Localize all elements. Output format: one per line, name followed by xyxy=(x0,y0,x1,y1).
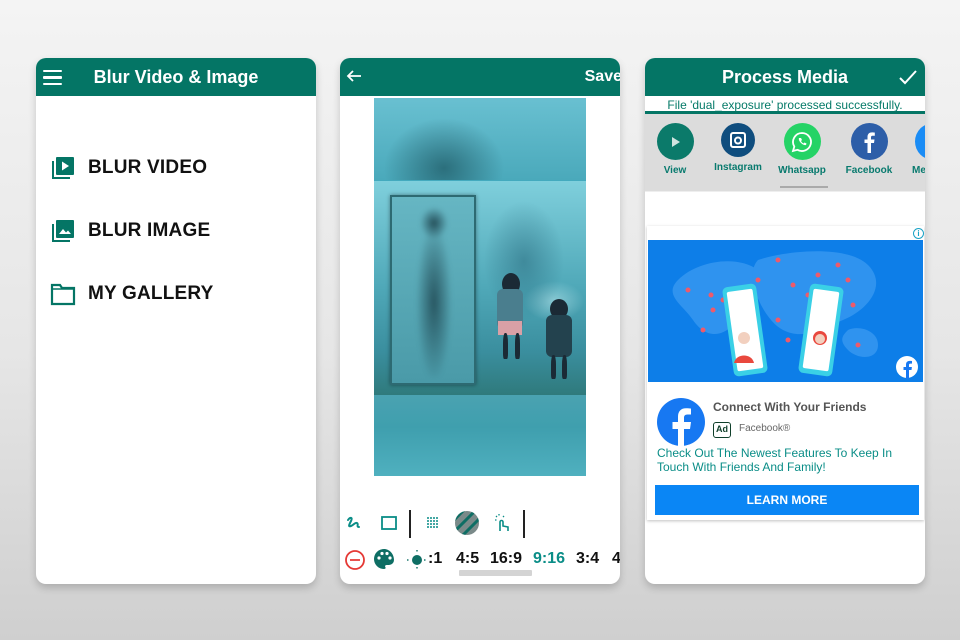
status-message: File 'dual_exposure' processed successfu… xyxy=(645,96,925,114)
pattern-icon[interactable] xyxy=(454,510,480,536)
ad-badge: Ad xyxy=(713,422,731,438)
main-menu: BLUR VIDEO BLUR IMAGE MY GALLERY xyxy=(50,154,214,343)
share-label: View xyxy=(663,165,687,176)
ad-title: Connect With Your Friends xyxy=(713,400,867,414)
app-bar: Save xyxy=(340,58,620,96)
ratio-option[interactable]: 4:5 xyxy=(456,550,479,568)
facebook-logo-icon xyxy=(657,398,705,446)
app-title: Blur Video & Image xyxy=(93,67,259,87)
ad-card[interactable]: i Connect With Your Friends Ad Facebook®… xyxy=(647,226,924,520)
app-bar: Blur Video & Image xyxy=(36,58,316,96)
ratio-option[interactable]: 4 xyxy=(612,550,620,568)
rectangle-icon[interactable] xyxy=(378,512,400,534)
learn-more-button[interactable]: LEARN MORE xyxy=(655,485,919,515)
menu-item-label: MY GALLERY xyxy=(88,283,214,304)
ratio-option[interactable]: 3:4 xyxy=(576,550,599,568)
screen-title: Process Media xyxy=(721,67,849,87)
video-library-icon xyxy=(52,157,74,179)
ratio-option-selected[interactable]: 9:16 xyxy=(533,550,565,568)
brightness-icon[interactable] xyxy=(406,549,428,571)
menu-item-my-gallery[interactable]: MY GALLERY xyxy=(50,280,214,308)
arrow-left-icon[interactable] xyxy=(345,67,363,85)
share-label: Instagram xyxy=(714,162,762,173)
ratio-option[interactable]: 16:9 xyxy=(490,550,522,568)
process-media-screen: Process Media File 'dual_exposure' proce… xyxy=(645,58,925,584)
menu-item-blur-video[interactable]: BLUR VIDEO xyxy=(50,154,214,182)
share-label: Whatsapp xyxy=(778,165,826,176)
ad-image[interactable] xyxy=(648,240,923,382)
menu-item-blur-image[interactable]: BLUR IMAGE xyxy=(50,217,214,245)
info-icon[interactable]: i xyxy=(913,228,924,239)
ratio-option[interactable]: :1 xyxy=(428,550,442,568)
image-canvas[interactable] xyxy=(374,98,586,476)
share-instagram[interactable]: Instagram xyxy=(708,123,768,173)
home-screen: Blur Video & Image BLUR VIDEO BLUR IMAGE xyxy=(36,58,316,584)
editor-screen: Save:1 4:5 16:9 9:16 3:4 4 xyxy=(340,58,620,584)
tool-bar xyxy=(340,508,620,538)
app-bar: Process Media xyxy=(645,58,925,96)
save-button[interactable]: Save xyxy=(585,58,620,96)
share-label: Me xyxy=(912,165,925,176)
touch-icon[interactable] xyxy=(491,511,513,533)
freehand-icon[interactable] xyxy=(343,512,365,534)
mosaic-icon[interactable] xyxy=(422,512,444,534)
blurred-padding-bottom xyxy=(374,395,586,476)
aspect-ratio-bar: :1 4:5 16:9 9:16 3:4 4 xyxy=(340,548,620,572)
share-view[interactable]: View xyxy=(645,123,705,176)
world-map-illustration xyxy=(672,251,918,379)
share-whatsapp[interactable]: Whatsapp xyxy=(772,123,832,176)
menu-item-label: BLUR IMAGE xyxy=(88,220,211,241)
facebook-icon xyxy=(850,123,888,160)
blur-selection-box[interactable] xyxy=(390,195,476,385)
ad-body: Check Out The Newest Features To Keep In… xyxy=(657,446,893,474)
messenger-icon xyxy=(914,123,925,160)
share-facebook[interactable]: Facebook xyxy=(839,123,899,176)
toolbar-divider xyxy=(409,510,411,538)
check-icon[interactable] xyxy=(897,66,919,88)
share-scroll-indicator xyxy=(780,186,828,188)
palette-icon[interactable] xyxy=(373,548,395,570)
menu-item-label: BLUR VIDEO xyxy=(88,157,208,178)
horizontal-scrollbar[interactable] xyxy=(459,570,532,576)
whatsapp-icon xyxy=(783,123,821,160)
photo-library-icon xyxy=(52,220,74,242)
instagram-icon xyxy=(721,123,755,157)
remove-icon[interactable] xyxy=(344,549,366,571)
share-bar: View Instagram Whatsapp Facebook Me xyxy=(645,114,925,191)
toolbar-divider xyxy=(523,510,525,538)
share-label: Facebook xyxy=(845,165,893,176)
folder-icon xyxy=(50,283,76,306)
play-icon xyxy=(656,123,694,160)
share-messenger[interactable]: Me xyxy=(903,123,925,176)
ad-source: Facebook® xyxy=(739,423,791,434)
blurred-padding-top xyxy=(374,98,586,180)
